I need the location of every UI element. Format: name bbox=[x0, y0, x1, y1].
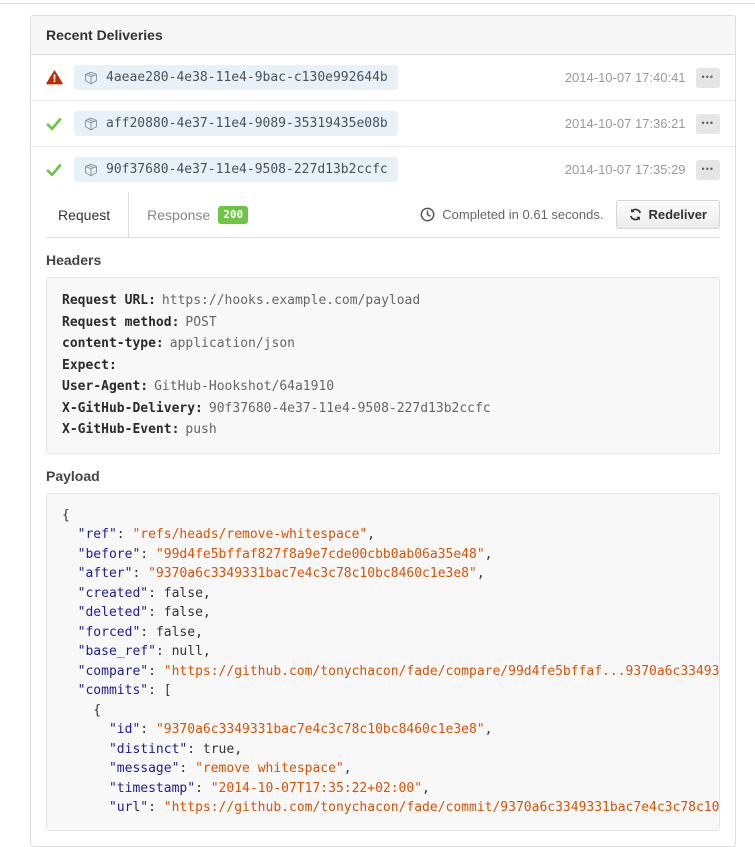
payload-line: "message": "remove whitespace", bbox=[62, 759, 704, 779]
delivery-options-button[interactable]: ••• bbox=[696, 114, 720, 134]
headers-box: Request URL:https://hooks.example.com/pa… bbox=[46, 277, 720, 454]
warning-icon bbox=[46, 70, 63, 85]
delivery-row: 4aeae280-4e38-11e4-9bac-c130e992644b 201… bbox=[31, 55, 735, 100]
payload-code: { "ref": "refs/heads/remove-whitespace",… bbox=[46, 493, 720, 831]
delivery-row: aff20880-4e37-11e4-9089-35319435e08b 201… bbox=[31, 100, 735, 146]
panel-header: Recent Deliveries bbox=[31, 16, 735, 55]
delivery-id-button[interactable]: 4aeae280-4e38-11e4-9bac-c130e992644b bbox=[74, 65, 398, 90]
header-line: Request method:POST bbox=[62, 312, 704, 334]
delivery-guid: 90f37680-4e37-11e4-9508-227d13b2ccfc bbox=[106, 162, 388, 177]
payload-line: "distinct": true, bbox=[62, 740, 704, 760]
tab-response[interactable]: Response 200 bbox=[129, 192, 266, 237]
redeliver-button[interactable]: Redeliver bbox=[616, 200, 720, 229]
delivery-id-button[interactable]: 90f37680-4e37-11e4-9508-227d13b2ccfc bbox=[74, 157, 398, 182]
payload-line: "id": "9370a6c3349331bac7e4c3c78c10bc846… bbox=[62, 720, 704, 740]
header-line: content-type:application/json bbox=[62, 333, 704, 355]
check-icon bbox=[46, 163, 62, 177]
package-icon bbox=[84, 117, 98, 131]
header-line: Request URL:https://hooks.example.com/pa… bbox=[62, 290, 704, 312]
delivery-timestamp: 2014-10-07 17:36:21 bbox=[565, 116, 686, 131]
top-divider bbox=[0, 3, 755, 4]
tab-request-label: Request bbox=[58, 207, 110, 223]
delivery-status-error bbox=[46, 70, 65, 85]
package-icon bbox=[84, 71, 98, 85]
completed-text: Completed in 0.61 seconds. bbox=[442, 207, 603, 222]
redeliver-label: Redeliver bbox=[648, 207, 707, 222]
payload-line: "before": "99d4fe5bffaf827f8a9e7cde00cbb… bbox=[62, 545, 704, 565]
delivery-detail: Request Response 200 Completed in 0.61 s… bbox=[31, 192, 735, 846]
delivery-status-success bbox=[46, 117, 65, 131]
delivery-row: 90f37680-4e37-11e4-9508-227d13b2ccfc 201… bbox=[31, 146, 735, 192]
payload-line: "deleted": false, bbox=[62, 603, 704, 623]
payload-line: "base_ref": null, bbox=[62, 642, 704, 662]
tab-request[interactable]: Request bbox=[46, 192, 129, 237]
clock-icon bbox=[420, 207, 435, 222]
header-line: Expect: bbox=[62, 355, 704, 377]
payload-line: "created": false, bbox=[62, 584, 704, 604]
delivery-options-button[interactable]: ••• bbox=[696, 160, 720, 180]
payload-line: "forced": false, bbox=[62, 623, 704, 643]
recent-deliveries-panel: Recent Deliveries 4aeae280-4e38-11e4-9ba… bbox=[30, 15, 736, 847]
tab-bar: Request Response 200 Completed in 0.61 s… bbox=[46, 192, 720, 238]
delivery-id-button[interactable]: aff20880-4e37-11e4-9089-35319435e08b bbox=[74, 111, 398, 136]
response-status-badge: 200 bbox=[218, 206, 248, 224]
detail-body: Headers Request URL:https://hooks.exampl… bbox=[31, 252, 735, 846]
delivery-guid: 4aeae280-4e38-11e4-9bac-c130e992644b bbox=[106, 70, 388, 85]
payload-line: "commits": [ bbox=[62, 681, 704, 701]
delivery-status-success bbox=[46, 163, 65, 177]
panel-title: Recent Deliveries bbox=[46, 27, 163, 43]
payload-line: "timestamp": "2014-10-07T17:35:22+02:00"… bbox=[62, 779, 704, 799]
delivery-guid: aff20880-4e37-11e4-9089-35319435e08b bbox=[106, 116, 388, 131]
payload-section-title: Payload bbox=[46, 468, 720, 484]
header-line: X-GitHub-Event:push bbox=[62, 419, 704, 441]
payload-line: "ref": "refs/heads/remove-whitespace", bbox=[62, 525, 704, 545]
payload-line: { bbox=[62, 506, 704, 526]
payload-line: "after": "9370a6c3349331bac7e4c3c78c10bc… bbox=[62, 564, 704, 584]
payload-line: { bbox=[62, 701, 704, 721]
delivery-timestamp: 2014-10-07 17:35:29 bbox=[565, 162, 686, 177]
delivery-list: 4aeae280-4e38-11e4-9bac-c130e992644b 201… bbox=[31, 55, 735, 192]
header-line: X-GitHub-Delivery:90f37680-4e37-11e4-950… bbox=[62, 398, 704, 420]
check-icon bbox=[46, 117, 62, 131]
tab-bar-right: Completed in 0.61 seconds. Redeliver bbox=[420, 200, 720, 229]
delivery-options-button[interactable]: ••• bbox=[696, 68, 720, 88]
delivery-timestamp: 2014-10-07 17:40:41 bbox=[565, 70, 686, 85]
header-line: User-Agent:GitHub-Hookshot/64a1910 bbox=[62, 376, 704, 398]
sync-icon bbox=[629, 208, 642, 221]
payload-line: "compare": "https://github.com/tonychaco… bbox=[62, 662, 704, 682]
tab-response-label: Response bbox=[147, 207, 210, 223]
package-icon bbox=[84, 163, 98, 177]
headers-section-title: Headers bbox=[46, 252, 720, 268]
payload-line: "url": "https://github.com/tonychacon/fa… bbox=[62, 798, 704, 818]
